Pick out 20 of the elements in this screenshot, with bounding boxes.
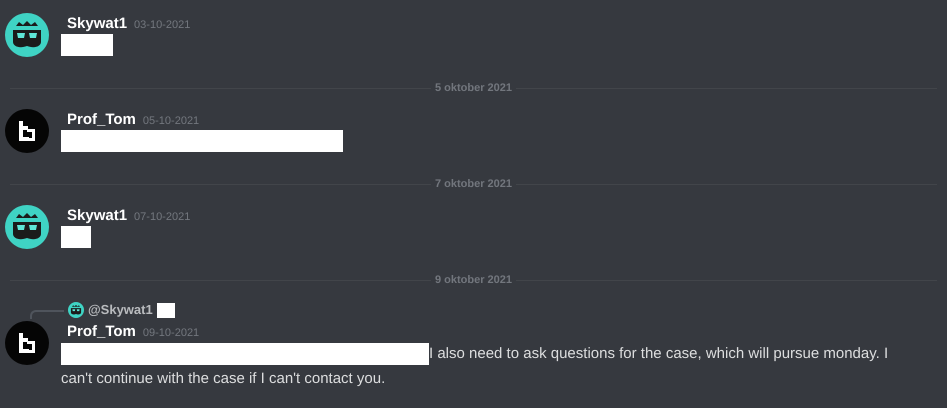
message-text: can't continue with the case if I can't contact you.: [61, 369, 386, 389]
avatar-icon[interactable]: [68, 302, 84, 318]
author-name[interactable]: Skywat1: [67, 205, 128, 228]
avatar-icon[interactable]: [5, 321, 49, 365]
message-timestamp: 09-10-2021: [142, 326, 200, 341]
message-text: I also need to ask questions for the case, which will pursue monday. I: [429, 344, 888, 364]
date-divider-label: 5 oktober 2021: [434, 80, 514, 96]
message-timestamp: 03-10-2021: [134, 18, 190, 33]
message-timestamp: 05-10-2021: [142, 114, 200, 129]
author-name[interactable]: Prof_Tom: [67, 321, 136, 344]
reply-mention[interactable]: @Skywat1: [88, 300, 153, 320]
author-name[interactable]: Skywat1: [67, 13, 128, 36]
reply-connector: [30, 310, 64, 319]
date-divider-label: 7 oktober 2021: [434, 176, 514, 192]
avatar-icon[interactable]: [5, 13, 49, 57]
date-divider-label: 9 oktober 2021: [434, 272, 514, 288]
avatar-icon[interactable]: [5, 205, 49, 249]
avatar-icon[interactable]: [5, 109, 49, 153]
message-timestamp: 07-10-2021: [134, 210, 190, 225]
author-name[interactable]: Prof_Tom: [67, 109, 136, 132]
